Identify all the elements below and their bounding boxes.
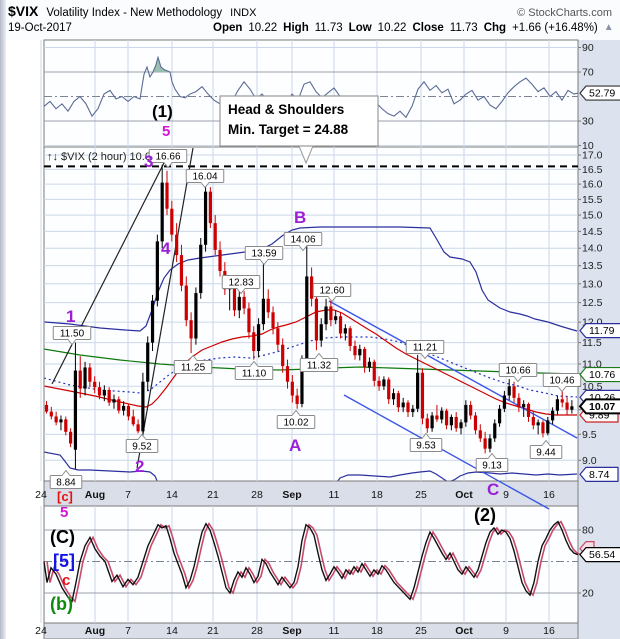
y-tick-label: 12.5 — [582, 297, 603, 309]
svg-text:11.25: 11.25 — [181, 363, 206, 374]
y-tick-label: 30 — [582, 116, 594, 128]
x-tick-label: Sep — [282, 625, 301, 637]
indicator-panel[interactable] — [43, 505, 579, 624]
x-tick-label: 7 — [125, 625, 131, 637]
x-tick-label: 21 — [207, 489, 219, 501]
svg-text:16.66: 16.66 — [155, 152, 180, 163]
wave-label: B — [294, 208, 306, 227]
x-tick-label: 25 — [415, 625, 427, 637]
x-tick-label: 16 — [543, 625, 555, 637]
y-tick-label: 17.0 — [582, 150, 603, 162]
y-tick-label: 15.0 — [582, 210, 603, 222]
y-tick-label: 9.0 — [582, 455, 597, 467]
wave-label: 5 — [60, 504, 68, 521]
svg-text:11.50: 11.50 — [60, 329, 85, 340]
svg-text:10.76: 10.76 — [589, 369, 615, 381]
svg-text:9.53: 9.53 — [416, 441, 436, 452]
svg-text:11.32: 11.32 — [307, 361, 332, 372]
svg-text:14.06: 14.06 — [290, 235, 315, 246]
x-tick-label: 9 — [503, 625, 509, 637]
svg-text:8.74: 8.74 — [589, 469, 610, 481]
svg-text:12.83: 12.83 — [228, 278, 253, 289]
svg-text:9.13: 9.13 — [482, 461, 502, 472]
x-tick-label: Aug — [85, 625, 105, 637]
wave-label: 2 — [135, 457, 144, 476]
wave-label: (b) — [50, 594, 73, 614]
y-tick-label: 16.5 — [582, 164, 603, 176]
x-tick-label: Oct — [455, 489, 473, 501]
x-tick-label: 14 — [166, 489, 178, 501]
x-tick-label: 9 — [503, 489, 509, 501]
y-tick-label: 11.5 — [582, 337, 602, 349]
wave-label: C — [487, 480, 499, 499]
svg-text:12.60: 12.60 — [319, 286, 344, 297]
wave-label: c — [62, 572, 70, 589]
svg-text:13.59: 13.59 — [251, 249, 276, 260]
x-tick-label: 24 — [35, 625, 47, 637]
wave-label: [c] — [57, 489, 73, 504]
hs-line2: Min. Target = 24.88 — [228, 122, 349, 137]
x-tick-label: 7 — [125, 489, 131, 501]
svg-text:11.21: 11.21 — [413, 343, 438, 354]
x-tick-label: 24 — [35, 489, 47, 501]
x-tick-label: Oct — [455, 625, 473, 637]
svg-text:8.84: 8.84 — [56, 478, 76, 489]
svg-text:11.10: 11.10 — [242, 369, 267, 380]
svg-text:10.02: 10.02 — [283, 418, 308, 429]
y-tick-label: 90 — [582, 42, 594, 54]
svg-text:9.44: 9.44 — [536, 448, 556, 459]
wave-label: (2) — [474, 505, 496, 525]
chart-title: ↑↓ $VIX (2 hour) 10.07 — [47, 151, 157, 163]
svg-text:10.66: 10.66 — [505, 366, 530, 377]
wave-label: 1 — [66, 307, 75, 326]
wave-label: (C) — [50, 527, 75, 547]
svg-text:10.46: 10.46 — [549, 376, 574, 387]
y-tick-label: 14.5 — [582, 226, 603, 238]
y-tick-label: 14.0 — [582, 243, 603, 255]
svg-text:52.79: 52.79 — [589, 88, 615, 100]
svg-text:11.79: 11.79 — [589, 325, 615, 337]
x-tick-label: 14 — [166, 625, 178, 637]
x-tick-label: 21 — [207, 625, 219, 637]
chart-canvas[interactable]: (1)5↑↓ $VIX (2 hour) 10.0716.6616.0414.0… — [0, 0, 620, 639]
wave-label: 5 — [162, 123, 170, 140]
y-tick-label: 15.5 — [582, 194, 603, 206]
y-tick-label: 80 — [582, 525, 594, 537]
x-tick-label: 18 — [371, 489, 383, 501]
y-tick-label: 9.5 — [582, 429, 597, 441]
x-tick-label: 25 — [415, 489, 427, 501]
x-tick-label: 16 — [543, 489, 555, 501]
x-tick-label: 28 — [251, 625, 263, 637]
y-tick-label: 20 — [582, 588, 594, 600]
x-tick-label: Aug — [85, 489, 105, 501]
svg-text:56.54: 56.54 — [589, 549, 615, 561]
y-tick-label: 16.0 — [582, 179, 603, 191]
x-tick-label: Sep — [282, 489, 301, 501]
y-tick-label: 13.5 — [582, 260, 603, 272]
x-tick-label: 11 — [329, 489, 340, 501]
stockcharts-page: $VIX Volatility Index - New Methodology … — [0, 0, 620, 639]
svg-text:10.07: 10.07 — [589, 401, 615, 413]
x-tick-label: 28 — [251, 489, 263, 501]
y-tick-label: 13.0 — [582, 278, 603, 290]
svg-text:9.52: 9.52 — [132, 442, 152, 453]
wave-label: (1) — [152, 102, 173, 121]
wave-label: [5] — [53, 551, 75, 571]
wave-label: 3 — [144, 152, 153, 171]
wave-label: A — [289, 436, 301, 455]
x-tick-label: 11 — [329, 625, 340, 637]
wave-label: 4 — [161, 239, 171, 258]
svg-text:16.04: 16.04 — [192, 172, 217, 183]
x-tick-label: 18 — [371, 625, 383, 637]
hs-line1: Head & Shoulders — [228, 102, 344, 117]
y-tick-label: 70 — [582, 67, 594, 79]
